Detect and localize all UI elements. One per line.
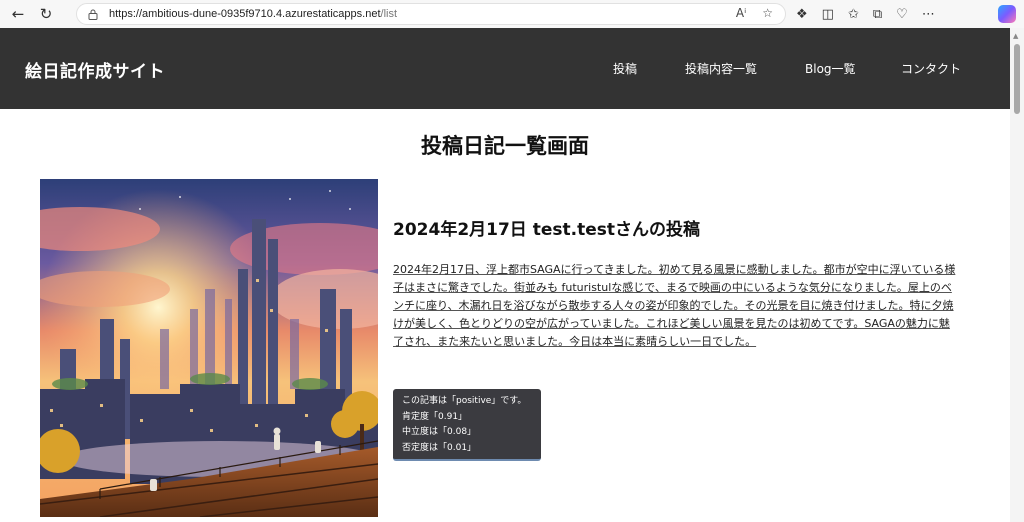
scroll-up-icon[interactable]: ▲: [1013, 32, 1018, 40]
back-arrow-icon[interactable]: ←: [4, 0, 32, 28]
site-nav: 投稿 投稿内容一覧 Blog一覧 コンタクト: [0, 60, 1010, 78]
page-title: 投稿日記一覧画面: [421, 134, 589, 158]
read-aloud-icon[interactable]: Aⁱ: [736, 6, 746, 20]
reload-icon[interactable]: ↻: [32, 0, 60, 28]
browser-toolbar: ← ↻ https://ambitious-dune-0935f9710.4.a…: [0, 0, 1024, 28]
split-screen-icon[interactable]: ◫: [822, 7, 834, 22]
nav-link-post[interactable]: 投稿: [613, 60, 637, 77]
more-icon[interactable]: ⋯: [922, 7, 935, 22]
post-title: 2024年2月17日 test.testさんの投稿: [393, 220, 700, 240]
url-path: /list: [380, 8, 398, 20]
nav-link-post-list[interactable]: 投稿内容一覧: [685, 60, 757, 77]
copilot-icon[interactable]: [998, 5, 1016, 23]
sentiment-positive: 肯定度「0.91」: [402, 411, 468, 422]
url-host: https://ambitious-dune-0935f9710.4.azure…: [109, 8, 381, 20]
address-bar[interactable]: https://ambitious-dune-0935f9710.4.azure…: [76, 3, 786, 25]
scrollbar[interactable]: ▲: [1010, 28, 1024, 522]
sentiment-negative: 否定度は「0.01」: [402, 442, 477, 453]
post-body[interactable]: 2024年2月17日、浮上都市SAGAに行ってきました。初めて見る風景に感動しま…: [393, 261, 958, 351]
collections-icon[interactable]: ⧉: [873, 7, 882, 22]
nav-link-contact[interactable]: コンタクト: [901, 60, 961, 77]
sentiment-neutral: 中立度は「0.08」: [402, 427, 477, 437]
lock-icon[interactable]: [87, 8, 99, 20]
favorites-icon[interactable]: ✩: [848, 7, 859, 22]
extensions-icon[interactable]: ❖: [796, 7, 808, 22]
site-header: 絵日記作成サイト 投稿 投稿内容一覧 Blog一覧 コンタクト: [0, 28, 1010, 109]
nav-link-blog-list[interactable]: Blog一覧: [805, 60, 856, 77]
sentiment-summary: この記事は「positive」です。: [402, 396, 527, 406]
star-icon[interactable]: ☆: [762, 6, 773, 20]
sentiment-tooltip: この記事は「positive」です。 肯定度「0.91」 中立度は「0.08」 …: [393, 389, 541, 461]
post-image: [40, 179, 378, 517]
scroll-thumb[interactable]: [1014, 44, 1020, 114]
browser-essentials-icon[interactable]: ♡: [896, 7, 908, 22]
